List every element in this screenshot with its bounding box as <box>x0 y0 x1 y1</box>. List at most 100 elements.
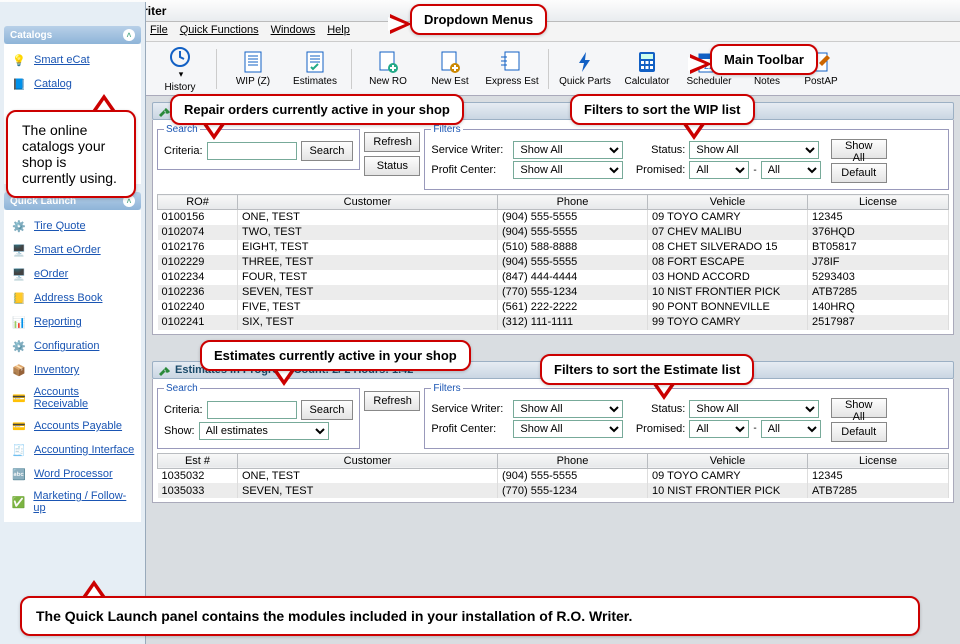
col-vehicle[interactable]: Vehicle <box>648 453 808 468</box>
menu-windows[interactable]: Windows <box>271 24 316 39</box>
calculator-icon <box>633 50 661 74</box>
collapse-icon: ˄ <box>123 29 135 41</box>
table-row[interactable]: 1035032ONE, TEST(904) 555-555509 TOYO CA… <box>158 468 949 483</box>
col-customer[interactable]: Customer <box>238 195 498 210</box>
wip-promised2-select[interactable]: All <box>761 161 821 179</box>
col-license[interactable]: License <box>808 195 949 210</box>
est-profit-center-select[interactable]: Show All <box>513 420 623 438</box>
table-row[interactable]: 0100156ONE, TEST(904) 555-555509 TOYO CA… <box>158 210 949 225</box>
sidebar-item-label: Inventory <box>34 364 79 376</box>
wip-profit-center-select[interactable]: Show All <box>513 161 623 179</box>
sidebar-item-label: Accounting Interface <box>34 444 134 456</box>
toolbar-calculator[interactable]: Calculator <box>619 50 675 87</box>
bolt-icon <box>571 50 599 74</box>
wip-search-fieldset: Search Criteria:Search <box>157 124 360 170</box>
module-icon: 📊 <box>10 314 28 330</box>
table-row[interactable]: 1035033SEVEN, TEST(770) 555-123410 NIST … <box>158 483 949 498</box>
est-showall-button[interactable]: Show All <box>831 398 887 418</box>
col-vehicle[interactable]: Vehicle <box>648 195 808 210</box>
est-default-button[interactable]: Default <box>831 422 887 442</box>
sidebar-item-address-book[interactable]: 📒Address Book <box>6 286 139 310</box>
est-filters-fieldset: Filters Service Writer:Show All Profit C… <box>424 383 949 449</box>
sidebar-item-configuration[interactable]: ⚙️Configuration <box>6 334 139 358</box>
sidebar-item-accounting-interface[interactable]: 🧾 Accounting Interface <box>6 438 139 462</box>
est-search-button[interactable]: Search <box>301 400 354 420</box>
sidebar-item-reporting[interactable]: 📊 Reporting <box>6 310 139 334</box>
sidebar-item-accounts-payable[interactable]: 💳Accounts Payable <box>6 414 139 438</box>
wip-refresh-button[interactable]: Refresh <box>364 132 420 152</box>
module-icon: ✅ <box>10 494 27 510</box>
sidebar-item-inventory[interactable]: 📦 Inventory <box>6 358 139 382</box>
table-row[interactable]: 0102229THREE, TEST(904) 555-555508 FORT … <box>158 255 949 270</box>
wip-promised1-select[interactable]: All <box>689 161 749 179</box>
col-license[interactable]: License <box>808 453 949 468</box>
sidebar-item-smart-eorder[interactable]: 🖥️Smart eOrder <box>6 238 139 262</box>
est-status-select[interactable]: Show All <box>689 400 819 418</box>
wip-default-button[interactable]: Default <box>831 163 887 183</box>
sidebar-item-marketing-follow-up[interactable]: ✅ Marketing / Follow-up <box>6 486 139 518</box>
toolbar-wip[interactable]: WIP (Z) <box>225 50 281 87</box>
menu-quick-functions[interactable]: Quick Functions <box>180 24 259 39</box>
est-promised2-select[interactable]: All <box>761 420 821 438</box>
toolbar-express-est[interactable]: Express Est <box>484 50 540 87</box>
est-refresh-button[interactable]: Refresh <box>364 391 420 411</box>
sidebar-item-accounts-receivable[interactable]: 💳 Accounts Receivable <box>6 382 139 414</box>
sidebar-item-label: Reporting <box>34 316 82 328</box>
table-row[interactable]: 0102240FIVE, TEST(561) 222-222290 PONT B… <box>158 300 949 315</box>
est-show-select[interactable]: All estimates <box>199 422 329 440</box>
sidebar-item-label: Word Processor <box>34 468 113 480</box>
module-icon: 🧾 <box>10 442 28 458</box>
module-icon: ⚙️ <box>10 218 28 234</box>
wip-criteria-input[interactable] <box>207 142 297 160</box>
est-table: Est # Customer Phone Vehicle License 103… <box>157 453 949 499</box>
est-service-writer-select[interactable]: Show All <box>513 400 623 418</box>
module-icon: 💳 <box>10 390 28 406</box>
toolbar-quick-parts[interactable]: Quick Parts <box>557 50 613 87</box>
sidebar-item-label: Marketing / Follow-up <box>33 490 135 514</box>
sidebar-item-smart-ecat[interactable]: 💡Smart eCat <box>6 48 139 72</box>
table-row[interactable]: 0102241SIX, TEST(312) 111-111199 TOYO CA… <box>158 315 949 330</box>
col-ro[interactable]: RO# <box>158 195 238 210</box>
sidebar-item-label: Accounts Receivable <box>34 386 135 410</box>
toolbar-new-ro[interactable]: New RO <box>360 50 416 87</box>
menu-help[interactable]: Help <box>327 24 350 39</box>
module-icon: 📦 <box>10 362 28 378</box>
document-check-icon <box>301 50 329 74</box>
wip-service-writer-select[interactable]: Show All <box>513 141 623 159</box>
sidebar-item-tire-quote[interactable]: ⚙️Tire Quote <box>6 214 139 238</box>
col-customer[interactable]: Customer <box>238 453 498 468</box>
annotation-est-active: Estimates currently active in your shop <box>200 340 471 371</box>
catalogs-title: Catalogs <box>10 30 52 41</box>
table-row[interactable]: 0102074TWO, TEST(904) 555-555507 CHEV MA… <box>158 225 949 240</box>
col-phone[interactable]: Phone <box>498 195 648 210</box>
annotation-catalogs: The online catalogs your shop is current… <box>6 110 136 198</box>
col-phone[interactable]: Phone <box>498 453 648 468</box>
sidebar-item-word-processor[interactable]: 🔤Word Processor <box>6 462 139 486</box>
table-row[interactable]: 0102236SEVEN, TEST(770) 555-123410 NIST … <box>158 285 949 300</box>
document-plus-icon <box>374 50 402 74</box>
book-icon: 📘 <box>10 76 28 92</box>
toolbar-history[interactable]: ▾History <box>152 45 208 93</box>
sidebar-item-catalog[interactable]: 📘Catalog <box>6 72 139 96</box>
sidebar-item-eorder[interactable]: 🖥️eOrder <box>6 262 139 286</box>
table-row[interactable]: 0102234FOUR, TEST(847) 444-444403 HOND A… <box>158 270 949 285</box>
est-criteria-input[interactable] <box>207 401 297 419</box>
toolbar-estimates[interactable]: Estimates <box>287 50 343 87</box>
catalogs-header[interactable]: Catalogs ˄ <box>4 26 141 44</box>
toolbar-new-est[interactable]: New Est <box>422 50 478 87</box>
module-icon: 📒 <box>10 290 28 306</box>
wip-showall-button[interactable]: Show All <box>831 139 887 159</box>
sidebar-item-label: Smart eCat <box>34 54 90 66</box>
wip-status-button[interactable]: Status <box>364 156 420 176</box>
est-promised1-select[interactable]: All <box>689 420 749 438</box>
est-search-fieldset: Search Criteria:Search Show:All estimate… <box>157 383 360 449</box>
wrench-icon <box>157 364 171 376</box>
annotation-wip-filters: Filters to sort the WIP list <box>570 94 755 125</box>
sidebar-item-label: Accounts Payable <box>34 420 122 432</box>
wip-search-button[interactable]: Search <box>301 141 354 161</box>
table-row[interactable]: 0102176EIGHT, TEST(510) 588-888808 CHET … <box>158 240 949 255</box>
menu-file[interactable]: File <box>150 24 168 39</box>
annotation-main-toolbar: Main Toolbar <box>710 44 818 75</box>
col-est[interactable]: Est # <box>158 453 238 468</box>
wip-status-select[interactable]: Show All <box>689 141 819 159</box>
